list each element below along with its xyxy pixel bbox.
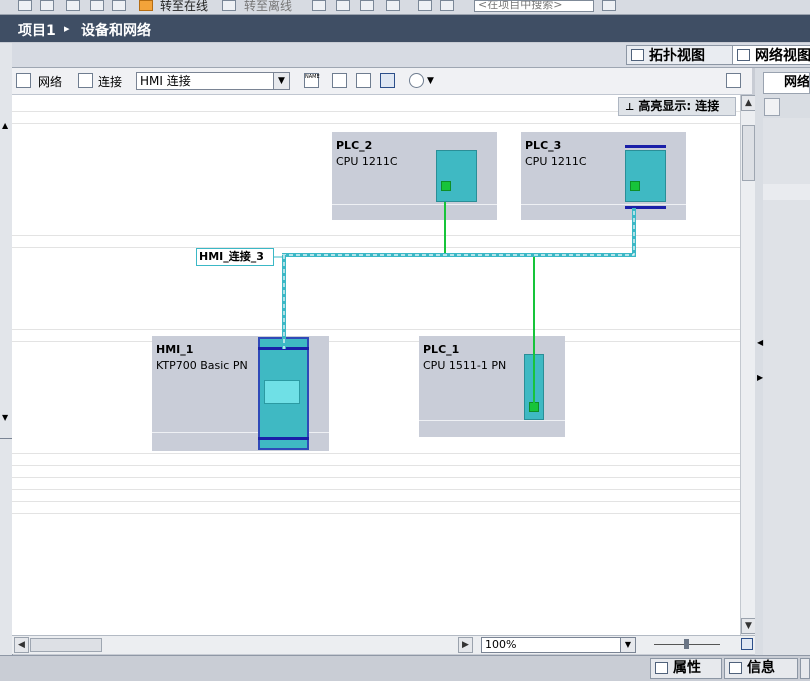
- info-icon: [729, 662, 742, 674]
- collapse-left-icon[interactable]: ◀: [757, 338, 763, 347]
- breadcrumb: 项目1 ▸ 设备和网络: [0, 15, 810, 42]
- network-mode-button[interactable]: 网络: [38, 73, 62, 90]
- hmi-connection-path[interactable]: [282, 208, 636, 257]
- canvas-bottom-bar: ◀ ▶ 100% ▼: [12, 635, 755, 654]
- toolbar-icon[interactable]: [90, 0, 104, 11]
- zoom-slider-handle[interactable]: [684, 639, 689, 649]
- go-online-button[interactable]: 转至在线: [160, 0, 208, 14]
- breadcrumb-project[interactable]: 项目1: [18, 20, 56, 40]
- panel-divider: [0, 438, 12, 439]
- tab-network-view[interactable]: 网络视图: [732, 45, 810, 65]
- connection-type-value: HMI 连接: [140, 74, 191, 88]
- filter-icon[interactable]: [764, 98, 780, 116]
- zoom-in-icon[interactable]: [409, 73, 424, 88]
- toolbar-icon[interactable]: [336, 0, 350, 11]
- tab-properties[interactable]: 属性: [650, 658, 722, 679]
- network-icon: [737, 49, 750, 61]
- tab-network-overview-label: 网络: [784, 75, 810, 90]
- zoom-select[interactable]: 100% ▼: [481, 637, 636, 653]
- show-names-icon[interactable]: NAME: [304, 73, 320, 88]
- tab-properties-label: 属性: [673, 660, 701, 676]
- go-online-icon[interactable]: [139, 0, 153, 11]
- toolbar-icon[interactable]: [112, 0, 126, 11]
- scroll-thumb[interactable]: [742, 125, 755, 181]
- network-mode-icon[interactable]: [16, 73, 31, 88]
- toolbar-icon[interactable]: [332, 73, 347, 88]
- scroll-right-icon[interactable]: ▶: [458, 637, 473, 653]
- collapse-arrow-icon[interactable]: ▲: [2, 121, 10, 131]
- overview-icon[interactable]: [380, 73, 395, 88]
- split-view-icon[interactable]: [440, 0, 454, 11]
- breadcrumb-section: 设备和网络: [81, 23, 151, 39]
- main-toolbar: 转至在线 转至离线 <在项目中搜索>: [0, 0, 810, 15]
- tab-network-label: 网络视图: [755, 48, 810, 64]
- toolbar-icon[interactable]: [18, 0, 32, 11]
- collapse-arrow-icon[interactable]: ▼: [2, 413, 10, 423]
- tab-topology-label: 拓扑视图: [649, 48, 705, 64]
- breadcrumb-separator: ▸: [64, 22, 70, 35]
- zoom-dropdown-icon[interactable]: ▼: [427, 76, 434, 86]
- network-overview-table: [763, 118, 810, 655]
- chevron-down-icon[interactable]: ▼: [273, 73, 289, 89]
- zoom-value: 100%: [485, 638, 517, 651]
- right-inspector-panel: 网络 ◀ ▶: [755, 68, 810, 655]
- properties-icon: [655, 662, 668, 674]
- panel-toggle-icon[interactable]: [726, 73, 741, 88]
- scroll-up-icon[interactable]: ▲: [741, 95, 756, 111]
- table-row-selected[interactable]: [763, 184, 810, 200]
- connection-lines: [274, 202, 636, 409]
- table-icon[interactable]: [356, 73, 371, 88]
- go-offline-button[interactable]: 转至离线: [244, 0, 292, 14]
- toolbar-icon[interactable]: [40, 0, 54, 11]
- tab-topology-view[interactable]: 拓扑视图: [626, 45, 740, 65]
- scroll-left-icon[interactable]: ◀: [14, 637, 29, 653]
- split-view-icon[interactable]: [418, 0, 432, 11]
- toolbar-icon[interactable]: [312, 0, 326, 11]
- connections-mode-button[interactable]: 连接: [98, 73, 122, 90]
- search-icon[interactable]: [602, 0, 616, 11]
- topology-icon: [631, 49, 644, 61]
- project-search-input[interactable]: <在项目中搜索>: [474, 0, 594, 12]
- network-editor-toolbar: 网络 连接 HMI 连接 ▼ NAME ▼: [12, 68, 752, 95]
- tab-info-label: 信息: [747, 660, 775, 676]
- scroll-down-icon[interactable]: ▼: [741, 618, 756, 634]
- bottom-status-bar: 属性 信息: [0, 655, 810, 681]
- network-canvas[interactable]: ⊥ 高亮显示: 连接 PLC_2 CPU 1211C PLC_3 CPU 121…: [12, 95, 740, 635]
- tab-network-overview[interactable]: 网络: [763, 72, 810, 94]
- tab-info[interactable]: 信息: [724, 658, 798, 679]
- toolbar-icon[interactable]: [66, 0, 80, 11]
- view-tabs: 拓扑视图 网络视图: [12, 43, 810, 68]
- connections-mode-icon[interactable]: [78, 73, 93, 88]
- chevron-down-icon[interactable]: ▼: [620, 638, 635, 652]
- canvas-vertical-scrollbar[interactable]: ▲ ▼: [740, 95, 756, 635]
- toolbar-icon[interactable]: [386, 0, 400, 11]
- hmi-connection-dash: [282, 208, 635, 256]
- toolbar-icon[interactable]: [360, 0, 374, 11]
- tab-overflow[interactable]: [800, 658, 810, 679]
- expand-right-icon[interactable]: ▶: [757, 373, 763, 382]
- connection-type-select[interactable]: HMI 连接 ▼: [136, 72, 290, 90]
- go-offline-icon[interactable]: [222, 0, 236, 11]
- overview-navigation-icon[interactable]: [741, 638, 753, 650]
- hmi-connection-label[interactable]: HMI_连接_3: [196, 248, 274, 266]
- horizontal-scroll-thumb[interactable]: [30, 638, 102, 652]
